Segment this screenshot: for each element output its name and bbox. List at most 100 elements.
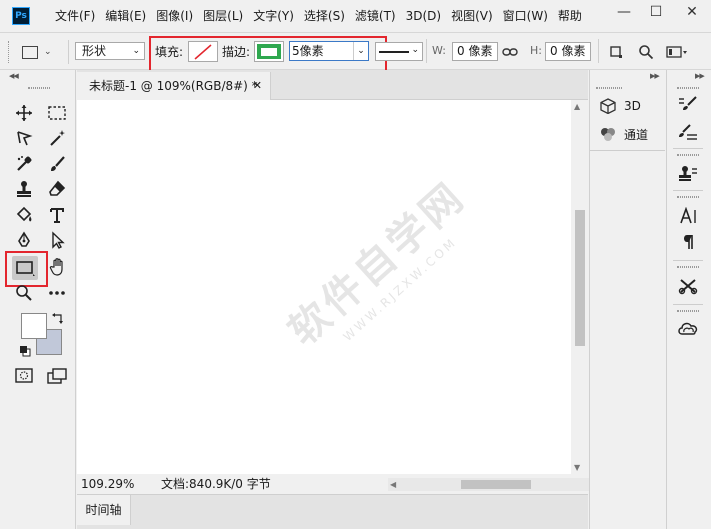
panel-channels-label: 通道 xyxy=(624,127,649,142)
collapse-arrows-icon[interactable]: ▶▶ xyxy=(695,72,705,80)
height-field[interactable]: 0 像素 xyxy=(545,42,591,61)
lasso-tool[interactable] xyxy=(13,127,35,149)
separator xyxy=(426,39,427,63)
document-info[interactable]: 文档:840.9K/0 字节 xyxy=(161,474,271,494)
clone-stamp-tool[interactable] xyxy=(13,178,35,200)
default-colors-icon[interactable] xyxy=(19,345,31,357)
character-panel-icon[interactable] xyxy=(675,204,701,228)
type-tool[interactable] xyxy=(46,204,68,226)
path-selection-tool[interactable] xyxy=(46,229,68,251)
maximize-button[interactable]: ☐ xyxy=(640,0,672,26)
collapse-arrows-icon[interactable]: ▶▶ xyxy=(650,72,660,80)
close-icon[interactable]: ✕ xyxy=(253,72,262,100)
menu-filter[interactable]: 滤镜(T) xyxy=(350,0,401,32)
separator xyxy=(598,39,599,63)
menu-layer[interactable]: 图层(L) xyxy=(198,0,248,32)
path-operations-icon[interactable] xyxy=(607,43,625,61)
width-field[interactable]: 0 像素 xyxy=(452,42,498,61)
brush-settings-icon[interactable] xyxy=(675,92,701,116)
options-grip[interactable] xyxy=(8,41,12,63)
panel-grip[interactable] xyxy=(596,87,622,89)
minimize-button[interactable]: — xyxy=(608,0,640,26)
panel-3d-label: 3D xyxy=(624,99,641,113)
workspace-icon[interactable] xyxy=(664,42,690,62)
photoshop-logo: Ps xyxy=(12,7,30,25)
tool-mode-value: 形状 xyxy=(82,44,107,58)
menu-type[interactable]: 文字(Y) xyxy=(248,0,299,32)
status-bar: 109.29% 文档:840.9K/0 字节 ◀ ▶ xyxy=(77,474,646,495)
menu-items: 文件(F) 编辑(E) 图像(I) 图层(L) 文字(Y) 选择(S) 滤镜(T… xyxy=(50,0,587,32)
scroll-up-icon[interactable]: ▲ xyxy=(574,102,580,111)
panel-divider xyxy=(673,190,703,191)
document-tab[interactable]: 未标题-1 @ 109%(RGB/8#) * ✕ xyxy=(77,72,271,100)
paragraph-panel-icon[interactable] xyxy=(675,230,701,254)
timeline-panel: 时间轴 xyxy=(77,494,588,529)
tool-presets-icon[interactable] xyxy=(675,274,701,298)
panel-grip[interactable] xyxy=(677,266,699,268)
menu-3d[interactable]: 3D(D) xyxy=(401,0,446,32)
menu-file[interactable]: 文件(F) xyxy=(50,0,100,32)
zoom-level[interactable]: 109.29% xyxy=(81,474,134,494)
brush-presets-icon[interactable] xyxy=(675,120,701,144)
scroll-left-icon[interactable]: ◀ xyxy=(390,475,396,495)
brush-tool[interactable] xyxy=(46,153,68,175)
channels-icon xyxy=(598,124,618,144)
panel-grip[interactable] xyxy=(677,154,699,156)
separator xyxy=(68,40,69,64)
menu-window[interactable]: 窗口(W) xyxy=(498,0,553,32)
eyedropper-tool[interactable] xyxy=(13,153,35,175)
rectangle-icon xyxy=(22,45,38,59)
menu-edit[interactable]: 编辑(E) xyxy=(100,0,151,32)
chevron-down-icon: ⌄ xyxy=(411,45,419,55)
menu-help[interactable]: 帮助 xyxy=(553,0,587,32)
chevron-down-icon: ⌄ xyxy=(44,47,52,57)
hand-tool[interactable] xyxy=(47,256,69,278)
right-panel-icons: ▶▶ xyxy=(666,70,711,529)
panel-channels[interactable]: 通道 xyxy=(598,122,648,146)
swap-colors-icon[interactable] xyxy=(51,313,65,325)
panel-divider xyxy=(673,304,703,305)
panel-grip[interactable] xyxy=(677,87,699,89)
quick-mask-icon[interactable] xyxy=(13,365,35,387)
vertical-scrollbar[interactable]: ▲ ▼ xyxy=(571,100,588,474)
options-highlight-box xyxy=(149,36,387,72)
stroke-type-select[interactable]: ⌄ xyxy=(375,42,423,61)
magic-wand-tool[interactable] xyxy=(46,127,68,149)
panel-grip[interactable] xyxy=(677,196,699,198)
scrollbar-thumb[interactable] xyxy=(461,480,531,489)
eraser-tool[interactable] xyxy=(46,178,68,200)
chevron-down-icon: ⌄ xyxy=(132,46,140,56)
scroll-down-icon[interactable]: ▼ xyxy=(574,463,580,472)
zoom-tool[interactable] xyxy=(13,282,35,304)
menu-image[interactable]: 图像(I) xyxy=(151,0,198,32)
panel-divider xyxy=(673,148,703,149)
tool-mode-select[interactable]: 形状 ⌄ xyxy=(75,42,145,60)
foreground-color-swatch[interactable] xyxy=(21,313,47,339)
screen-mode-icon[interactable] xyxy=(46,365,68,387)
pen-tool[interactable] xyxy=(13,229,35,251)
tool-preset-picker[interactable]: ⌄ xyxy=(22,43,62,61)
panel-3d[interactable]: 3D xyxy=(598,94,641,118)
cube-icon xyxy=(598,96,618,116)
link-icon[interactable] xyxy=(501,43,519,60)
paint-bucket-tool[interactable] xyxy=(13,204,35,226)
panel-grip[interactable] xyxy=(28,87,50,89)
height-label: H: xyxy=(530,44,542,57)
panel-divider xyxy=(673,260,703,261)
search-icon[interactable] xyxy=(636,42,656,62)
clone-source-icon[interactable] xyxy=(675,162,701,186)
panel-grip[interactable] xyxy=(677,310,699,312)
timeline-tab[interactable]: 时间轴 xyxy=(77,495,131,525)
solid-line-icon xyxy=(379,51,409,53)
close-button[interactable]: ✕ xyxy=(676,0,708,26)
panel-divider xyxy=(590,150,665,151)
scrollbar-thumb[interactable] xyxy=(575,210,585,346)
marquee-tool[interactable] xyxy=(46,102,68,124)
libraries-icon[interactable] xyxy=(675,316,701,340)
more-tools-icon[interactable] xyxy=(46,282,68,304)
menu-select[interactable]: 选择(S) xyxy=(299,0,350,32)
menu-view[interactable]: 视图(V) xyxy=(446,0,498,32)
move-tool[interactable] xyxy=(13,102,35,124)
collapse-arrows-icon[interactable]: ◀◀ xyxy=(9,72,19,80)
right-panel-dock: ▶▶ 3D 通道 xyxy=(589,70,665,529)
